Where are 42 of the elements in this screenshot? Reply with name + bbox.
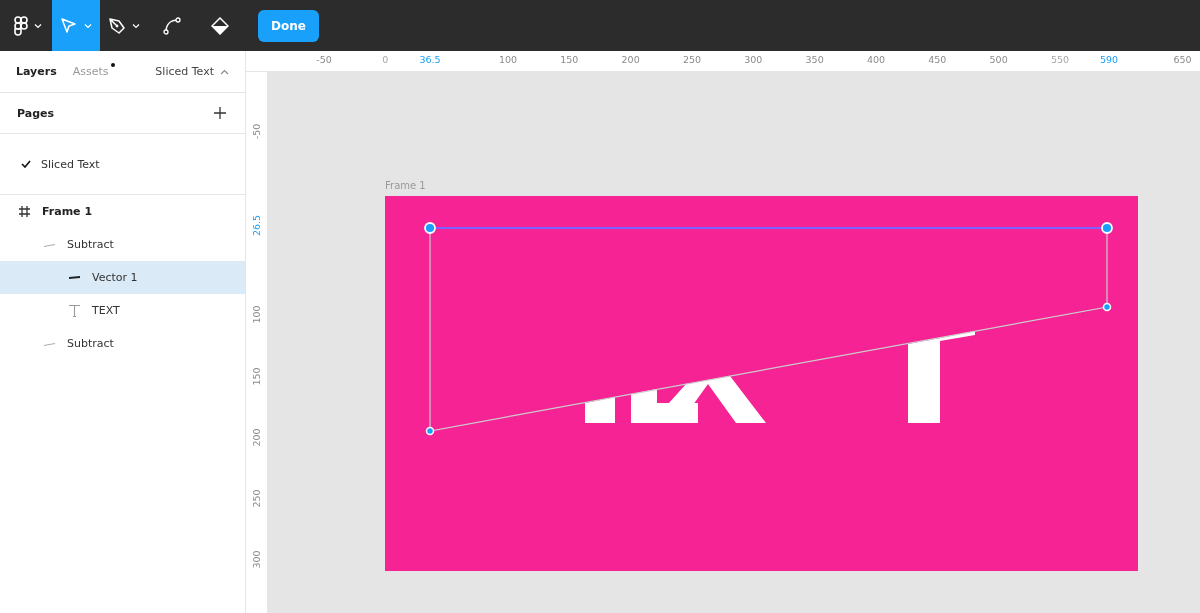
pen-icon [108,16,126,35]
fill-icon [211,16,229,35]
ruler-label: 300 [250,549,262,571]
layer-item[interactable]: Vector 1 [0,261,245,294]
ruler-label: 200 [250,427,262,449]
ruler-label: 300 [743,54,764,65]
layer-item[interactable]: Frame 1 [0,195,245,228]
ruler-label: 150 [559,54,580,65]
ruler-label: 100 [497,54,519,65]
layer-item[interactable]: Subtract [0,327,245,360]
hash-icon [18,205,31,218]
add-icon[interactable] [213,106,227,120]
ruler-label: 650 [1172,54,1193,65]
layer-item[interactable]: Subtract [0,228,245,261]
ruler-label: 0 [381,54,390,65]
ruler-label: 250 [250,488,262,510]
ruler-label: 200 [620,54,641,65]
ruler-label: -50 [250,122,262,142]
cursor-icon [60,16,78,35]
panel-tab[interactable]: Layers [8,65,65,78]
ruler-label: 450 [927,54,948,65]
curve-icon [162,15,182,36]
page-item[interactable]: Sliced Text [0,149,245,179]
ruler-label: 26.5 [250,213,262,238]
ruler-label: 350 [804,54,825,65]
layer-item[interactable]: TEXT [0,294,245,327]
ruler-label: 590 [1098,54,1120,65]
ruler-label: 100 [250,304,262,326]
logo-icon [14,15,28,36]
frame-label: Frame 1 [385,180,426,191]
pages-heading: Pages [17,106,55,120]
ruler-label: 550 [1049,54,1070,65]
ruler-label: 150 [250,366,262,388]
ruler-label: 400 [865,54,887,65]
page-switcher[interactable]: Sliced Text [155,65,229,78]
ruler-label: 500 [988,54,1009,65]
ruler-label: -50 [315,54,333,65]
caret-icon [220,68,229,75]
ruler-label: 250 [681,54,703,65]
text-icon [68,304,81,317]
ruler-label: 36.5 [418,54,442,65]
vector-path[interactable] [424,222,1113,436]
